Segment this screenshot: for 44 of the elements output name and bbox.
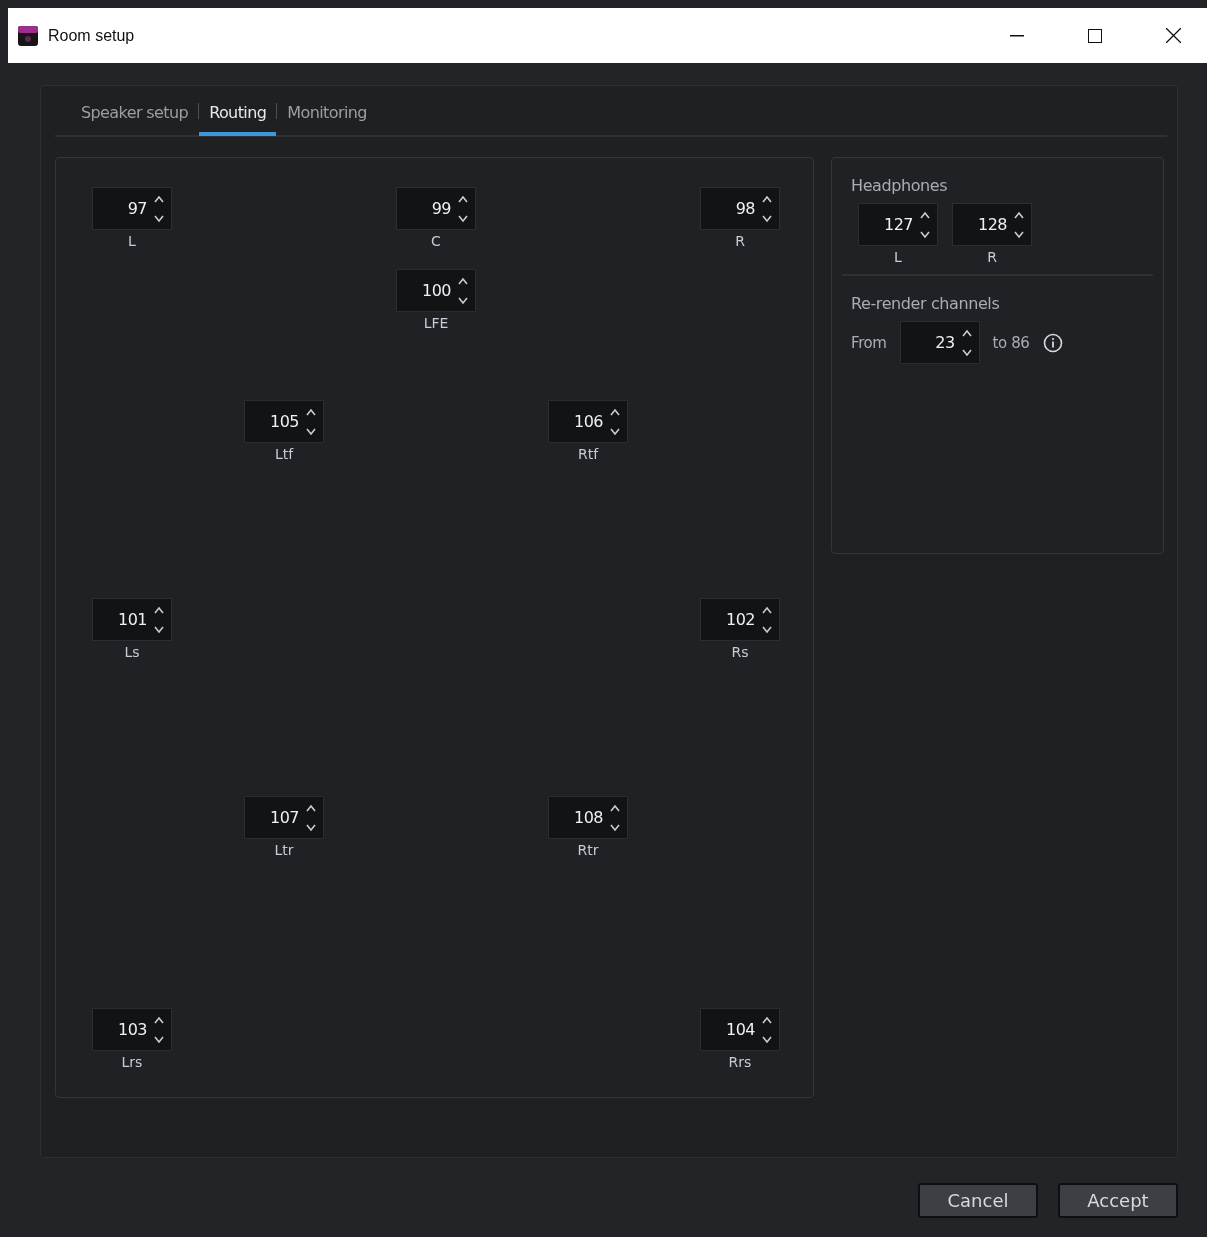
number-spinner[interactable]: 103 [92,1008,172,1051]
info-icon[interactable] [1042,332,1063,353]
dialog-button[interactable]: Cancel [918,1183,1038,1218]
channel-label: Lrs [121,1054,143,1070]
number-spinner[interactable]: 104 [700,1008,780,1051]
number-spinner[interactable]: 23 [899,321,980,364]
number-spinner[interactable]: 105 [244,400,324,443]
number-spinner[interactable]: 106 [548,400,628,443]
channel-label: R [987,249,997,265]
app-icon [18,25,38,46]
dialog-button[interactable]: Accept [1058,1183,1178,1218]
minimize-icon [1010,34,1024,37]
tab[interactable]: Speaker setup [71,87,199,136]
channel-label: C [431,233,441,249]
channel-label: Rtr [577,842,599,858]
number-spinner[interactable]: 108 [548,796,628,839]
number-spinner[interactable]: 128 [952,203,1032,246]
close-icon [1165,28,1181,43]
channel-label: LFE [423,315,449,331]
channel-label: Rtf [577,446,599,462]
section-heading: Headphones [850,176,949,195]
channel-label: L [894,249,902,265]
channel-label: L [128,233,136,249]
number-spinner[interactable]: 98 [700,187,780,230]
channel-label: Ls [124,644,140,660]
number-spinner[interactable]: 99 [396,187,476,230]
section-heading: Re-render channels [850,294,1001,313]
tab[interactable]: Monitoring [277,87,377,136]
number-spinner[interactable]: 97 [92,187,172,230]
number-spinner[interactable]: 127 [858,203,938,246]
maximize-icon [1088,28,1102,43]
channel-label: Ltf [274,446,294,462]
number-spinner[interactable]: 101 [92,598,172,641]
channel-label: R [735,233,745,249]
number-spinner[interactable]: 107 [244,796,324,839]
number-spinner[interactable]: 100 [396,269,476,312]
number-spinner[interactable]: 102 [700,598,780,641]
channel-label: Rrs [728,1054,752,1070]
to-label: to 86 [992,333,1030,352]
tab[interactable]: Routing [199,87,277,136]
channel-label: Ltr [274,842,294,858]
from-label: From [851,333,887,352]
window-title: Room setup [48,26,136,45]
channel-label: Rs [731,644,749,660]
